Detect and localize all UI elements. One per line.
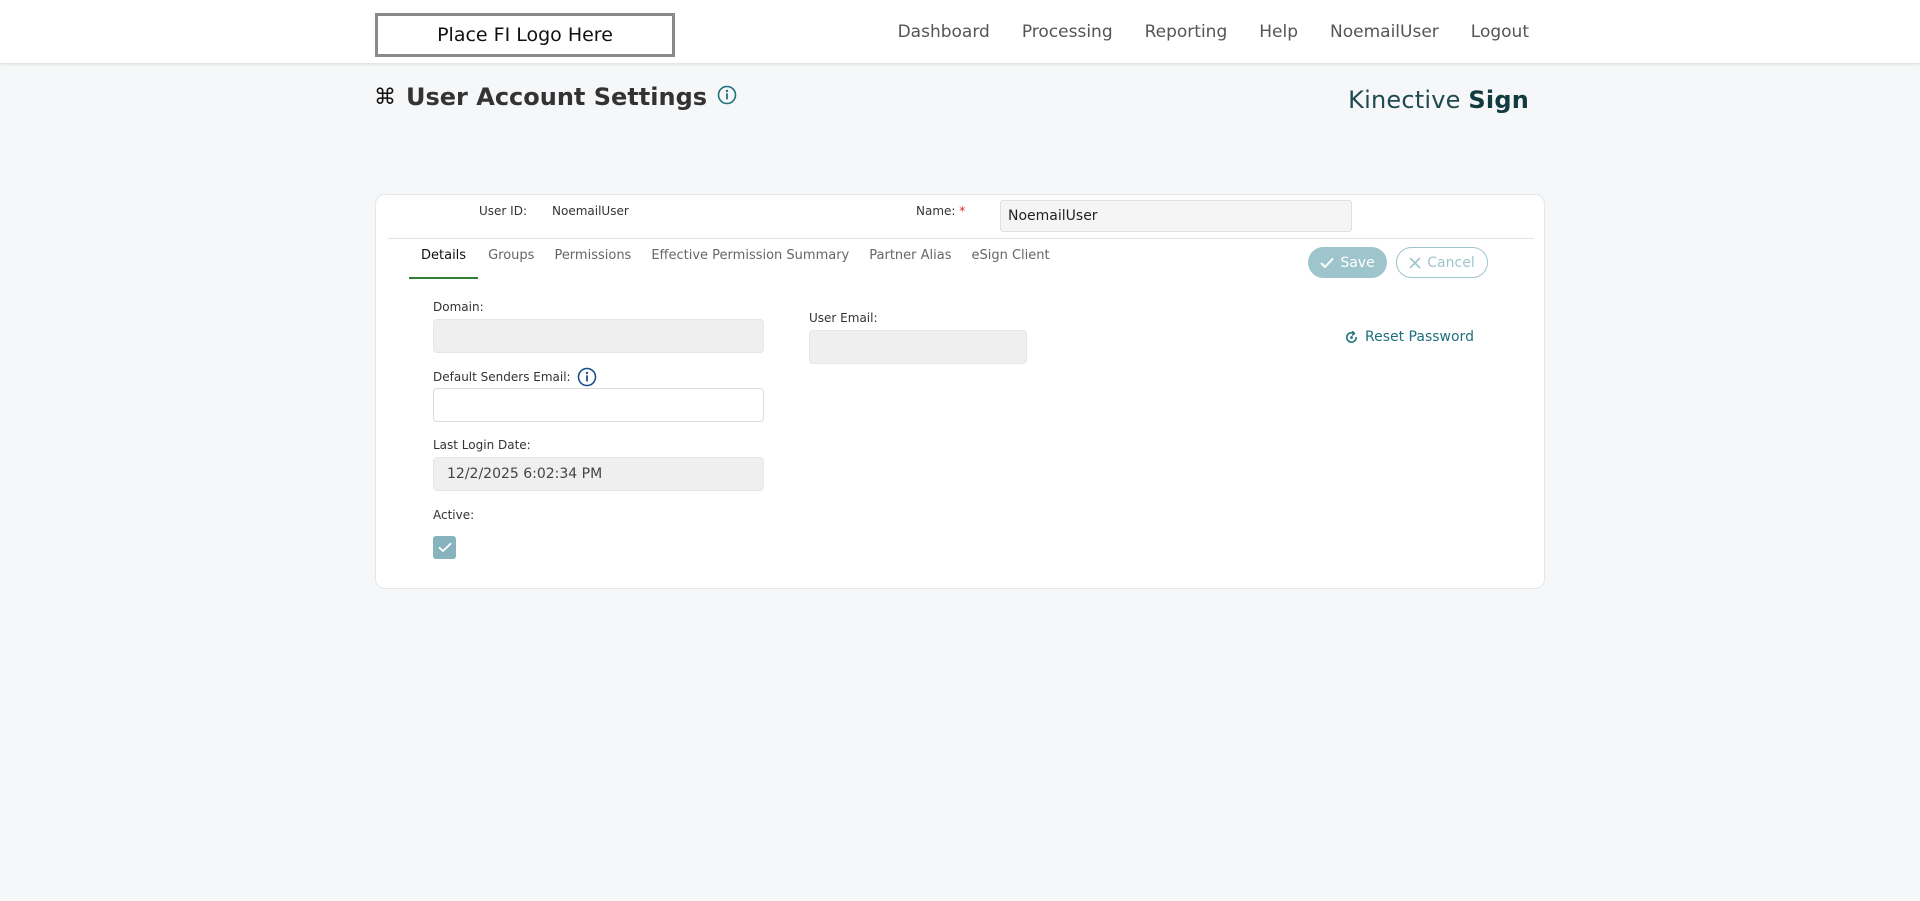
name-label: Name: * [916, 204, 965, 218]
nav-dashboard[interactable]: Dashboard [898, 22, 990, 42]
user-id-value: NoemailUser [552, 204, 629, 218]
page-header: ⌘ User Account Settings [374, 83, 737, 111]
required-marker: * [959, 204, 966, 218]
user-settings-card: User ID: NoemailUser Name: * NoemailUser… [375, 194, 1545, 589]
card-header: User ID: NoemailUser Name: * NoemailUser [388, 195, 1534, 239]
name-input[interactable]: NoemailUser [1000, 200, 1352, 232]
save-button[interactable]: Save [1308, 247, 1387, 278]
page-title: User Account Settings [406, 83, 708, 111]
tab-details[interactable]: Details [409, 243, 479, 279]
domain-field[interactable] [433, 319, 764, 353]
nav-reporting[interactable]: Reporting [1145, 22, 1228, 42]
tab-groups[interactable]: Groups [478, 243, 544, 279]
reset-password-link[interactable]: Reset Password [1344, 329, 1474, 345]
domain-label: Domain: [433, 300, 484, 314]
info-icon[interactable] [577, 367, 597, 387]
checkmark-icon [438, 542, 451, 552]
name-label-text: Name: [916, 204, 956, 218]
default-senders-email-field[interactable] [433, 388, 764, 422]
user-email-label: User Email: [809, 311, 878, 325]
save-label: Save [1340, 254, 1375, 271]
check-icon [1320, 257, 1334, 268]
nav-user-menu[interactable]: NoemailUser [1330, 22, 1439, 42]
logo-placeholder[interactable]: Place FI Logo Here [375, 13, 675, 57]
default-senders-email-label: Default Senders Email: [433, 370, 571, 384]
default-senders-email-label-row: Default Senders Email: [433, 367, 597, 387]
close-icon [1409, 257, 1421, 268]
tab-partner-alias[interactable]: Partner Alias [859, 243, 961, 279]
nav-logout[interactable]: Logout [1471, 22, 1529, 42]
brand-bold: Sign [1468, 86, 1529, 114]
reset-icon [1346, 330, 1357, 343]
cancel-button[interactable]: Cancel [1396, 247, 1488, 278]
brand-light: Kinective [1348, 86, 1461, 114]
tab-effective-permission-summary[interactable]: Effective Permission Summary [641, 243, 859, 279]
cancel-label: Cancel [1427, 254, 1475, 271]
user-email-field[interactable] [809, 330, 1027, 364]
reset-password-label: Reset Password [1365, 329, 1474, 345]
title-info-icon[interactable] [717, 85, 737, 109]
last-login-label: Last Login Date: [433, 438, 531, 452]
nav-processing[interactable]: Processing [1022, 22, 1113, 42]
top-navigation-bar: Place FI Logo Here Dashboard Processing … [0, 0, 1920, 63]
last-login-field: 12/2/2025 6:02:34 PM [433, 457, 764, 491]
active-checkbox[interactable] [433, 536, 456, 559]
nav-help[interactable]: Help [1259, 22, 1298, 42]
tab-bar: Details Groups Permissions Effective Per… [409, 243, 1060, 279]
tab-permissions[interactable]: Permissions [544, 243, 641, 279]
command-icon: ⌘ [374, 84, 396, 110]
main-nav: Dashboard Processing Reporting Help Noem… [866, 0, 1529, 63]
brand-wordmark: Kinective Sign [1348, 86, 1529, 114]
active-label: Active: [433, 508, 475, 522]
tab-esign-client[interactable]: eSign Client [961, 243, 1059, 279]
user-id-label: User ID: [479, 204, 527, 218]
